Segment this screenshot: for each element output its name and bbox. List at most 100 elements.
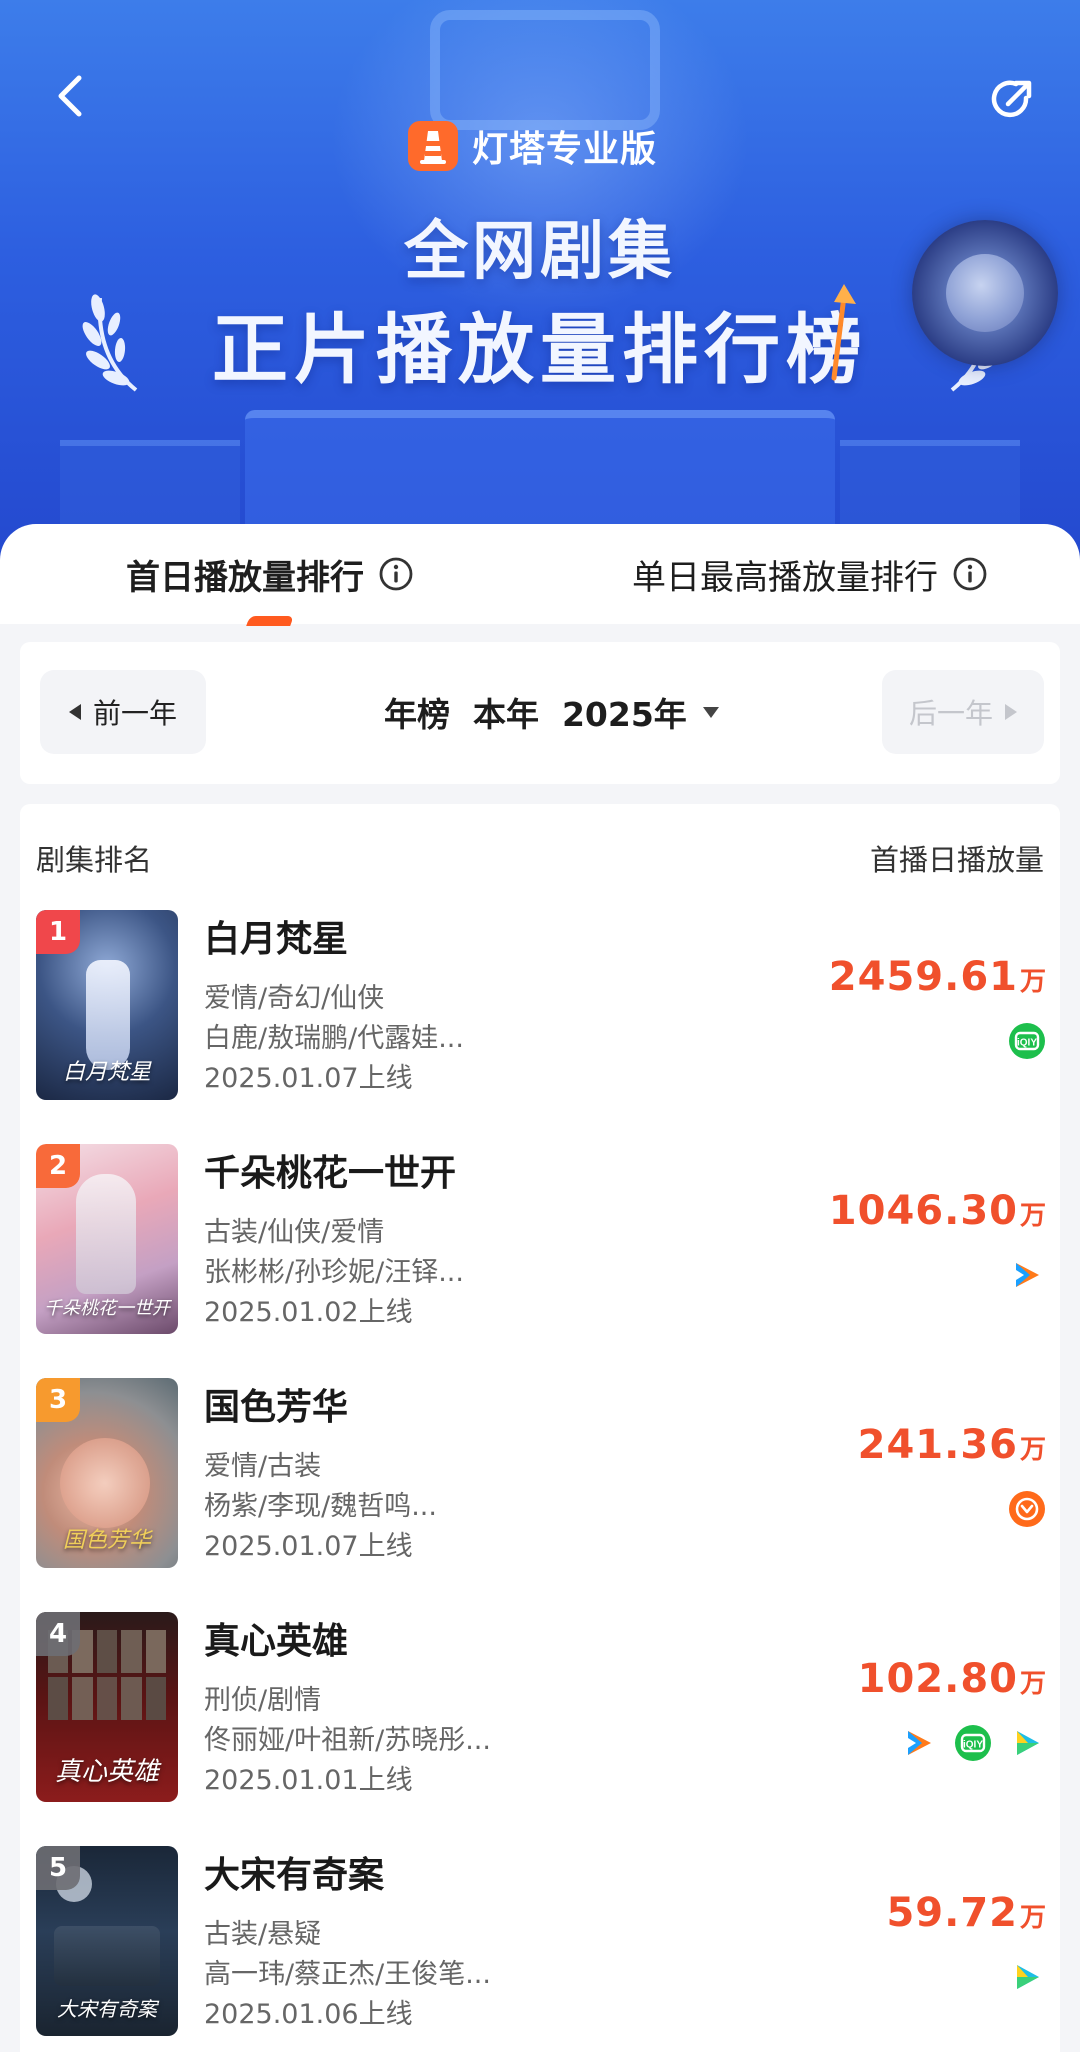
poster-caption: 千朵桃花一世开 xyxy=(44,1298,170,1319)
rank-badge: 4 xyxy=(36,1612,80,1656)
release-date: 2025.01.07上线 xyxy=(204,1531,413,1562)
play-count: 59.72 万 xyxy=(886,1890,1046,1936)
play-count-value: 102.80 xyxy=(857,1656,1018,1702)
play-count: 102.80 万 xyxy=(858,1656,1046,1702)
mango-tv-icon xyxy=(1008,1490,1046,1528)
play-count-unit: 万 xyxy=(1019,1669,1046,1699)
next-year-label: 后一年 xyxy=(908,697,993,730)
drama-title: 真心英雄 xyxy=(204,1621,349,1662)
list-item[interactable]: 4 真心英雄 真心英雄 刑侦/剧情 佟丽娅/叶祖新/苏晓彤... 2025.01… xyxy=(36,1612,1046,1808)
drama-cast: 佟丽娅/叶祖新/苏晓彤... xyxy=(204,1725,491,1756)
rank-badge: 5 xyxy=(36,1846,80,1890)
drama-cast: 杨紫/李现/魏哲鸣... xyxy=(204,1491,437,1522)
drama-title: 国色芳华 xyxy=(204,1387,349,1428)
platform-list: iQIY xyxy=(900,1724,1046,1762)
youku-icon xyxy=(1008,1958,1046,1996)
poster-caption: 国色芳华 xyxy=(62,1528,151,1553)
share-button[interactable] xyxy=(986,74,1038,126)
assistant-orb-icon xyxy=(946,254,1024,332)
poster-caption: 白月梵星 xyxy=(62,1060,151,1085)
year-dropdown-label: 年榜 本年 2025年 xyxy=(384,695,687,734)
poster-image: 5 大宋有奇案 xyxy=(36,1846,178,2036)
play-count: 2459.61 万 xyxy=(829,954,1046,1000)
rank-badge: 3 xyxy=(36,1378,80,1422)
play-count-unit: 万 xyxy=(1019,1435,1046,1465)
share-icon xyxy=(991,80,1032,118)
rank-badge: 2 xyxy=(36,1144,80,1188)
lighthouse-icon xyxy=(408,121,458,171)
drama-genre: 爱情/古装 xyxy=(204,1451,322,1482)
play-count: 241.36 万 xyxy=(858,1422,1046,1468)
play-count-value: 241.36 xyxy=(857,1422,1018,1468)
play-count-value: 2459.61 xyxy=(828,954,1018,1000)
list-header: 剧集排名 首播日播放量 xyxy=(36,834,1044,882)
platform-list: iQIY xyxy=(1008,1022,1046,1060)
release-date: 2025.01.06上线 xyxy=(204,1999,413,2030)
play-count: 1046.30 万 xyxy=(829,1188,1046,1234)
poster-caption: 大宋有奇案 xyxy=(57,1997,157,2021)
chevron-left-icon xyxy=(58,75,82,117)
platform-list xyxy=(1008,1256,1046,1294)
triangle-right-icon xyxy=(1005,704,1017,720)
prev-year-label: 前一年 xyxy=(92,697,177,730)
iqiyi-icon: iQIY xyxy=(954,1724,992,1762)
column-rank-label: 剧集排名 xyxy=(36,843,153,877)
info-icon[interactable] xyxy=(952,556,988,592)
poster-caption: 真心英雄 xyxy=(54,1757,159,1787)
list-item[interactable]: 5 大宋有奇案 大宋有奇案 古装/悬疑 高一玮/蔡正杰/王俊笔... 2025.… xyxy=(36,1846,1046,2042)
iqiyi-icon: iQIY xyxy=(1008,1022,1046,1060)
tab-first-day[interactable]: 首日播放量排行 xyxy=(0,524,540,624)
brand-name: 灯塔专业版 xyxy=(472,129,658,170)
info-icon[interactable] xyxy=(378,556,414,592)
poster-image: 2 千朵桃花一世开 xyxy=(36,1144,178,1334)
svg-text:iQIY: iQIY xyxy=(1017,1038,1037,1049)
floating-assistant-button[interactable] xyxy=(912,220,1058,366)
tencent-video-icon xyxy=(1008,1256,1046,1294)
drama-cast: 白鹿/敖瑞鹏/代露娃... xyxy=(204,1023,464,1054)
tab-label: 首日播放量排行 xyxy=(126,557,364,598)
drama-title: 白月梵星 xyxy=(204,919,349,960)
active-tab-indicator xyxy=(246,616,294,626)
tab-single-day-peak[interactable]: 单日最高播放量排行 xyxy=(540,524,1080,624)
drama-genre: 古装/悬疑 xyxy=(204,1919,322,1950)
release-date: 2025.01.01上线 xyxy=(204,1765,413,1796)
play-count-unit: 万 xyxy=(1019,967,1046,997)
list-item[interactable]: 2 千朵桃花一世开 千朵桃花一世开 古装/仙侠/爱情 张彬彬/孙珍妮/汪铎...… xyxy=(36,1144,1046,1340)
svg-text:iQIY: iQIY xyxy=(963,1740,983,1751)
release-date: 2025.01.02上线 xyxy=(204,1297,413,1328)
youku-icon xyxy=(1008,1724,1046,1762)
poster-image: 3 国色芳华 xyxy=(36,1378,178,1568)
tencent-video-icon xyxy=(900,1724,938,1762)
laurel-left-icon xyxy=(82,294,138,392)
ranking-list: 剧集排名 首播日播放量 1 白月梵星 白月梵星 爱情/奇幻/仙侠 白鹿/敖瑞鹏/… xyxy=(20,804,1060,2052)
drama-genre: 古装/仙侠/爱情 xyxy=(204,1217,385,1248)
caret-down-icon xyxy=(702,706,719,718)
release-date: 2025.01.07上线 xyxy=(204,1063,413,1094)
ranking-tabs: 首日播放量排行 单日最高播放量排行 xyxy=(0,524,1080,624)
back-button[interactable] xyxy=(48,74,92,118)
header-banner: 灯塔专业版 全网剧集 正片播放量排行榜 xyxy=(0,0,1080,560)
year-dropdown[interactable]: 年榜 本年 2025年 xyxy=(384,682,719,742)
platform-list xyxy=(1008,1958,1046,1996)
next-year-button[interactable]: 后一年 xyxy=(882,670,1044,754)
triangle-left-icon xyxy=(68,704,81,720)
column-value-label: 首播日播放量 xyxy=(869,843,1044,877)
tab-label: 单日最高播放量排行 xyxy=(632,557,938,598)
up-arrow-icon xyxy=(831,284,856,381)
drama-cast: 张彬彬/孙珍妮/汪铎... xyxy=(204,1257,464,1288)
platform-list xyxy=(1008,1490,1046,1528)
poster-image: 4 真心英雄 xyxy=(36,1612,178,1802)
list-item[interactable]: 1 白月梵星 白月梵星 爱情/奇幻/仙侠 白鹿/敖瑞鹏/代露娃... 2025.… xyxy=(36,910,1046,1106)
rank-badge: 1 xyxy=(36,910,80,954)
drama-genre: 刑侦/剧情 xyxy=(204,1685,322,1716)
play-count-unit: 万 xyxy=(1019,1201,1046,1231)
play-count-value: 1046.30 xyxy=(828,1188,1018,1234)
drama-genre: 爱情/奇幻/仙侠 xyxy=(204,983,385,1014)
year-selector: 前一年 年榜 本年 2025年 后一年 xyxy=(20,642,1060,784)
tv-decoration xyxy=(430,10,660,130)
prev-year-button[interactable]: 前一年 xyxy=(40,670,206,754)
drama-title: 大宋有奇案 xyxy=(204,1855,385,1896)
poster-image: 1 白月梵星 xyxy=(36,910,178,1100)
list-item[interactable]: 3 国色芳华 国色芳华 爱情/古装 杨紫/李现/魏哲鸣... 2025.01.0… xyxy=(36,1378,1046,1574)
play-count-unit: 万 xyxy=(1019,1903,1046,1933)
